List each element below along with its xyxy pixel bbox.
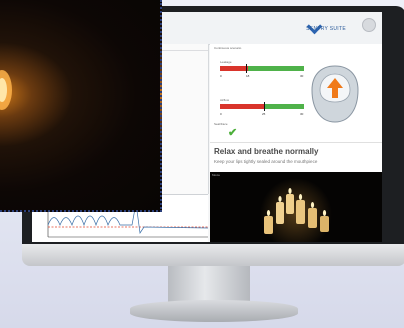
video-label: Movie bbox=[212, 173, 221, 177]
feedback-panel: Continuous scenario Leakage 0 18 30 Airf… bbox=[210, 44, 382, 142]
feedback-title: Continuous scenario bbox=[214, 46, 242, 50]
leak-tick-max: 30 bbox=[300, 74, 304, 78]
instruction-title: Relax and breathe normally bbox=[214, 147, 319, 156]
airflow-tick-min: 0 bbox=[220, 112, 222, 116]
monitor-chin bbox=[22, 244, 404, 266]
leak-bar-fill bbox=[220, 66, 248, 71]
airflow-label: Airflow bbox=[220, 98, 230, 102]
leak-bar bbox=[220, 64, 304, 73]
check-icon: ✔ bbox=[228, 127, 238, 139]
relaxation-video[interactable]: Movie bbox=[210, 172, 382, 242]
mask-illustration-icon bbox=[311, 65, 359, 123]
zoom-inset-candle bbox=[0, 0, 162, 212]
leak-tick-min: 0 bbox=[220, 74, 222, 78]
airflow-marker bbox=[264, 102, 265, 111]
airflow-tick-max: 30 bbox=[300, 112, 304, 116]
monitor-stand-base bbox=[130, 300, 298, 322]
instruction-panel: Relax and breathe normally Keep your lip… bbox=[210, 142, 382, 173]
exit-button[interactable] bbox=[362, 18, 376, 32]
status-label: Seal/Face bbox=[214, 122, 228, 126]
instruction-subtitle: Keep your lips tightly sealed around the… bbox=[214, 159, 318, 164]
candles-illustration bbox=[260, 178, 332, 242]
leak-marker bbox=[246, 64, 247, 73]
airflow-bar-fill bbox=[220, 104, 264, 109]
leak-label: Leakage bbox=[220, 60, 232, 64]
airflow-tick-mid: 25 bbox=[262, 112, 266, 116]
leak-tick-mid: 18 bbox=[246, 74, 250, 78]
airflow-bar bbox=[220, 102, 304, 111]
app-logo-text: SENTRY SUITE bbox=[306, 26, 346, 32]
flame-icon bbox=[0, 70, 12, 110]
